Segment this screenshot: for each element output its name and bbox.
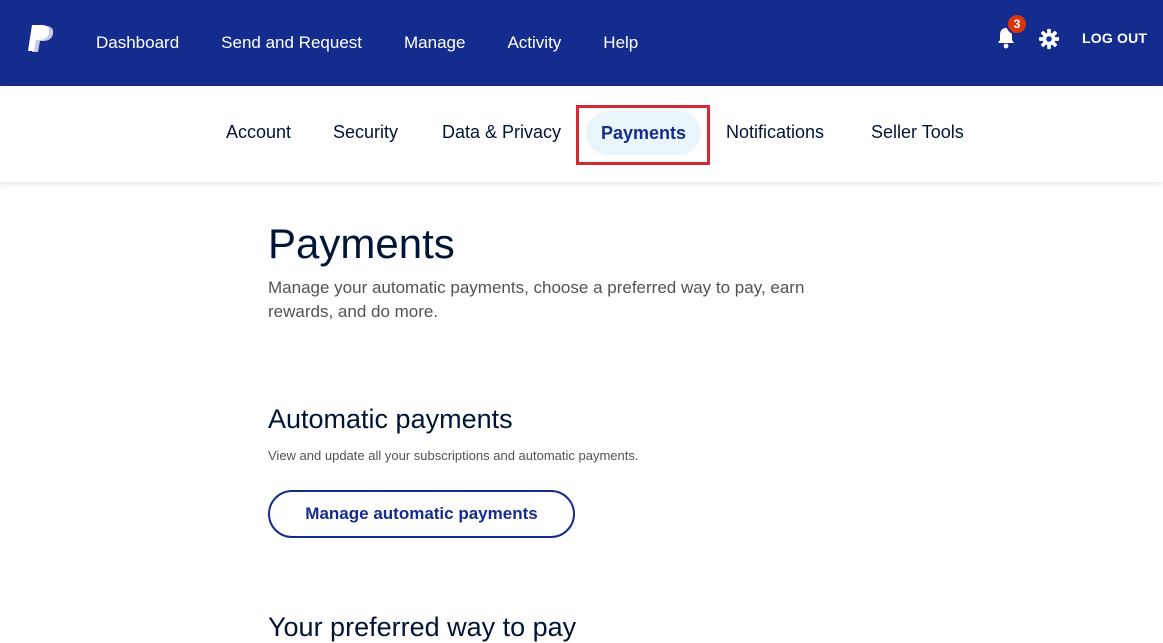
gear-icon[interactable] bbox=[1038, 28, 1060, 50]
logout-link[interactable]: LOG OUT bbox=[1082, 30, 1147, 46]
paypal-logo-icon[interactable] bbox=[28, 24, 56, 54]
settings-subnav: Account Security Data & Privacy Payments… bbox=[0, 86, 1163, 182]
automatic-payments-description: View and update all your subscriptions a… bbox=[268, 448, 639, 463]
page-description: Manage your automatic payments, choose a… bbox=[268, 278, 805, 321]
tab-account[interactable]: Account bbox=[226, 122, 291, 143]
nav-dashboard[interactable]: Dashboard bbox=[96, 33, 179, 53]
manage-automatic-payments-button[interactable]: Manage automatic payments bbox=[268, 490, 575, 538]
tab-data-privacy[interactable]: Data & Privacy bbox=[442, 122, 561, 143]
automatic-payments-heading: Automatic payments bbox=[268, 404, 513, 434]
tab-payments[interactable]: Payments bbox=[586, 111, 702, 155]
tab-security[interactable]: Security bbox=[333, 122, 398, 143]
tab-notifications[interactable]: Notifications bbox=[726, 122, 824, 143]
top-header: Dashboard Send and Request Manage Activi… bbox=[0, 0, 1163, 86]
nav-send-and-request[interactable]: Send and Request bbox=[221, 33, 362, 53]
nav-manage[interactable]: Manage bbox=[404, 33, 465, 53]
nav-activity[interactable]: Activity bbox=[507, 33, 561, 53]
page-title: Payments bbox=[268, 220, 455, 267]
preferred-way-to-pay-heading: Your preferred way to pay bbox=[268, 612, 577, 642]
main-nav: Dashboard Send and Request Manage Activi… bbox=[96, 0, 680, 86]
notification-badge: 3 bbox=[1006, 13, 1028, 35]
nav-help[interactable]: Help bbox=[603, 33, 638, 53]
tab-seller-tools[interactable]: Seller Tools bbox=[871, 122, 964, 143]
